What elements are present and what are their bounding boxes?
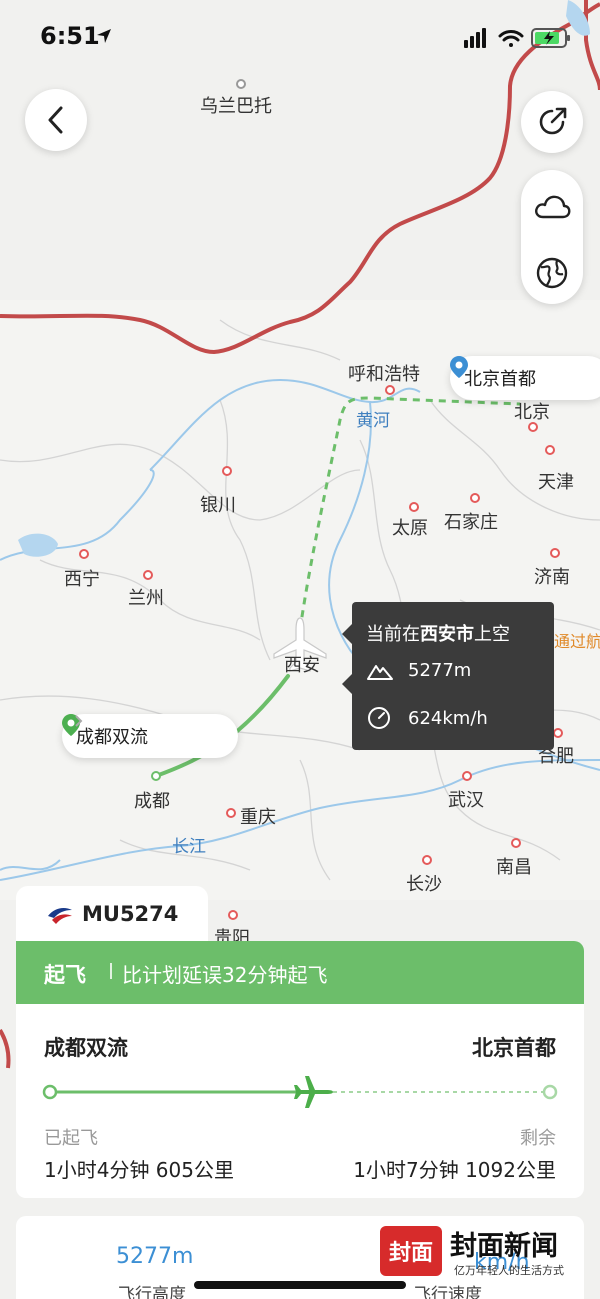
share-button[interactable] xyxy=(521,91,583,153)
city-label: 石家庄 xyxy=(444,512,498,533)
tooltip-notch xyxy=(342,674,352,694)
speedometer-icon xyxy=(368,707,390,729)
remaining-value: 1小时7分钟 1092公里 xyxy=(353,1158,556,1182)
origin-airport-pill[interactable]: 成都双流 xyxy=(62,714,238,758)
flight-position-tooltip[interactable]: 当前在 西安市 上空 5277m 624km/h xyxy=(342,602,554,750)
remaining-label: 剩余 xyxy=(520,1128,556,1149)
elapsed-label: 已起飞 xyxy=(44,1128,98,1149)
arrival-airport: 北京首都 xyxy=(472,1036,556,1060)
flight-info-card[interactable]: MU5274 起飞 比计划延误32分钟起飞 成都双流 北京首都 已起飞 剩余 1… xyxy=(16,886,584,1198)
city-dot xyxy=(79,549,89,559)
city-label: 西安 xyxy=(284,655,320,676)
flight-status-banner: 起飞 比计划延误32分钟起飞 xyxy=(16,941,584,1005)
chevron-left-icon xyxy=(48,106,63,134)
status-time: 6:51 xyxy=(40,22,100,50)
city-dot xyxy=(236,79,246,89)
city-dot xyxy=(462,771,472,781)
altitude-row: 5277m xyxy=(366,660,471,681)
back-button[interactable] xyxy=(25,89,87,151)
flight-number: MU5274 xyxy=(82,902,179,926)
city-label: 武汉 xyxy=(448,790,484,811)
flight-number-tab[interactable]: MU5274 xyxy=(16,886,208,944)
city-label: 北京 xyxy=(514,402,550,423)
city-label: 成都 xyxy=(134,791,170,812)
city-dot xyxy=(143,570,153,580)
home-indicator[interactable] xyxy=(194,1281,406,1289)
status-bar: 6:51 xyxy=(0,0,600,76)
city-dot xyxy=(226,808,236,818)
speed-row: 624km/h xyxy=(366,706,488,730)
watermark-name: 封面新闻 xyxy=(450,1231,558,1262)
chevron-right-icon xyxy=(75,715,83,727)
status-separator xyxy=(110,963,112,979)
altitude-label: 飞行高度 xyxy=(118,1285,186,1299)
city-label: 南昌 xyxy=(496,857,532,878)
delay-text: 比计划延误32分钟起飞 xyxy=(122,963,328,987)
city-label: 太原 xyxy=(392,518,428,539)
city-label: 呼和浩特 xyxy=(348,364,420,385)
city-label: 西宁 xyxy=(64,569,100,590)
city-dot xyxy=(470,493,480,503)
departure-airport: 成都双流 xyxy=(44,1036,128,1060)
progress-airplane-icon xyxy=(294,1076,333,1108)
elapsed-value: 1小时4分钟 605公里 xyxy=(44,1158,234,1182)
flight-progress-bar xyxy=(42,1076,558,1108)
destination-airport-pill[interactable]: 北京首都 xyxy=(450,356,600,400)
share-icon xyxy=(539,107,567,135)
position-city: 西安市 xyxy=(420,624,474,645)
signal-icon xyxy=(464,28,486,48)
battery-charging-icon xyxy=(531,28,570,48)
flight-state: 起飞 xyxy=(44,963,86,987)
globe-icon xyxy=(536,257,568,289)
city-dot xyxy=(422,855,432,865)
city-dot xyxy=(553,728,563,738)
city-dot xyxy=(545,445,555,455)
tooltip-notch xyxy=(342,624,352,644)
city-dot xyxy=(385,385,395,395)
tooltip-overflow-text: 通过航 xyxy=(554,632,600,651)
city-dot xyxy=(550,548,560,558)
altitude-value: 5277m xyxy=(116,1244,194,1269)
position-suffix: 上空 xyxy=(474,624,510,645)
airline-logo-icon xyxy=(48,908,72,924)
watermark-badge: 封面 xyxy=(380,1226,442,1276)
city-dot xyxy=(222,466,232,476)
city-label: 天津 xyxy=(538,472,574,493)
status-icons xyxy=(464,28,570,48)
city-label: 乌兰巴托 xyxy=(200,96,272,117)
city-dot xyxy=(409,502,419,512)
mountain-icon xyxy=(367,664,393,680)
weather-layer-button[interactable] xyxy=(521,176,583,238)
location-arrow-icon xyxy=(97,29,111,43)
wifi-icon xyxy=(498,30,524,47)
city-label: 济南 xyxy=(534,567,570,588)
city-dot xyxy=(528,422,538,432)
tooltip-altitude: 5277m xyxy=(408,660,472,681)
city-label: 银川 xyxy=(200,495,236,516)
location-pin-icon xyxy=(450,356,468,378)
river-label: 长江 xyxy=(172,837,206,857)
map-tools xyxy=(521,170,583,304)
watermark-slogan: 亿万年轻人的生活方式 xyxy=(454,1264,564,1277)
map-style-button[interactable] xyxy=(521,242,583,304)
river-label: 黄河 xyxy=(356,411,390,431)
tooltip-speed: 624km/h xyxy=(408,707,488,729)
cloud-icon xyxy=(535,195,571,219)
destination-airport-name: 北京首都 xyxy=(464,369,536,390)
city-label: 兰州 xyxy=(128,588,164,609)
city-label: 重庆 xyxy=(240,807,276,828)
flight-route-body: 成都双流 北京首都 已起飞 剩余 1小时4分钟 605公里 1小时7分钟 109… xyxy=(16,1004,584,1198)
current-position-row: 当前在 西安市 上空 xyxy=(366,620,510,646)
city-dot xyxy=(511,838,521,848)
news-watermark: 封面 封面新闻 亿万年轻人的生活方式 xyxy=(380,1222,572,1284)
position-prefix: 当前在 xyxy=(366,624,420,645)
origin-airport-name: 成都双流 xyxy=(76,727,148,748)
